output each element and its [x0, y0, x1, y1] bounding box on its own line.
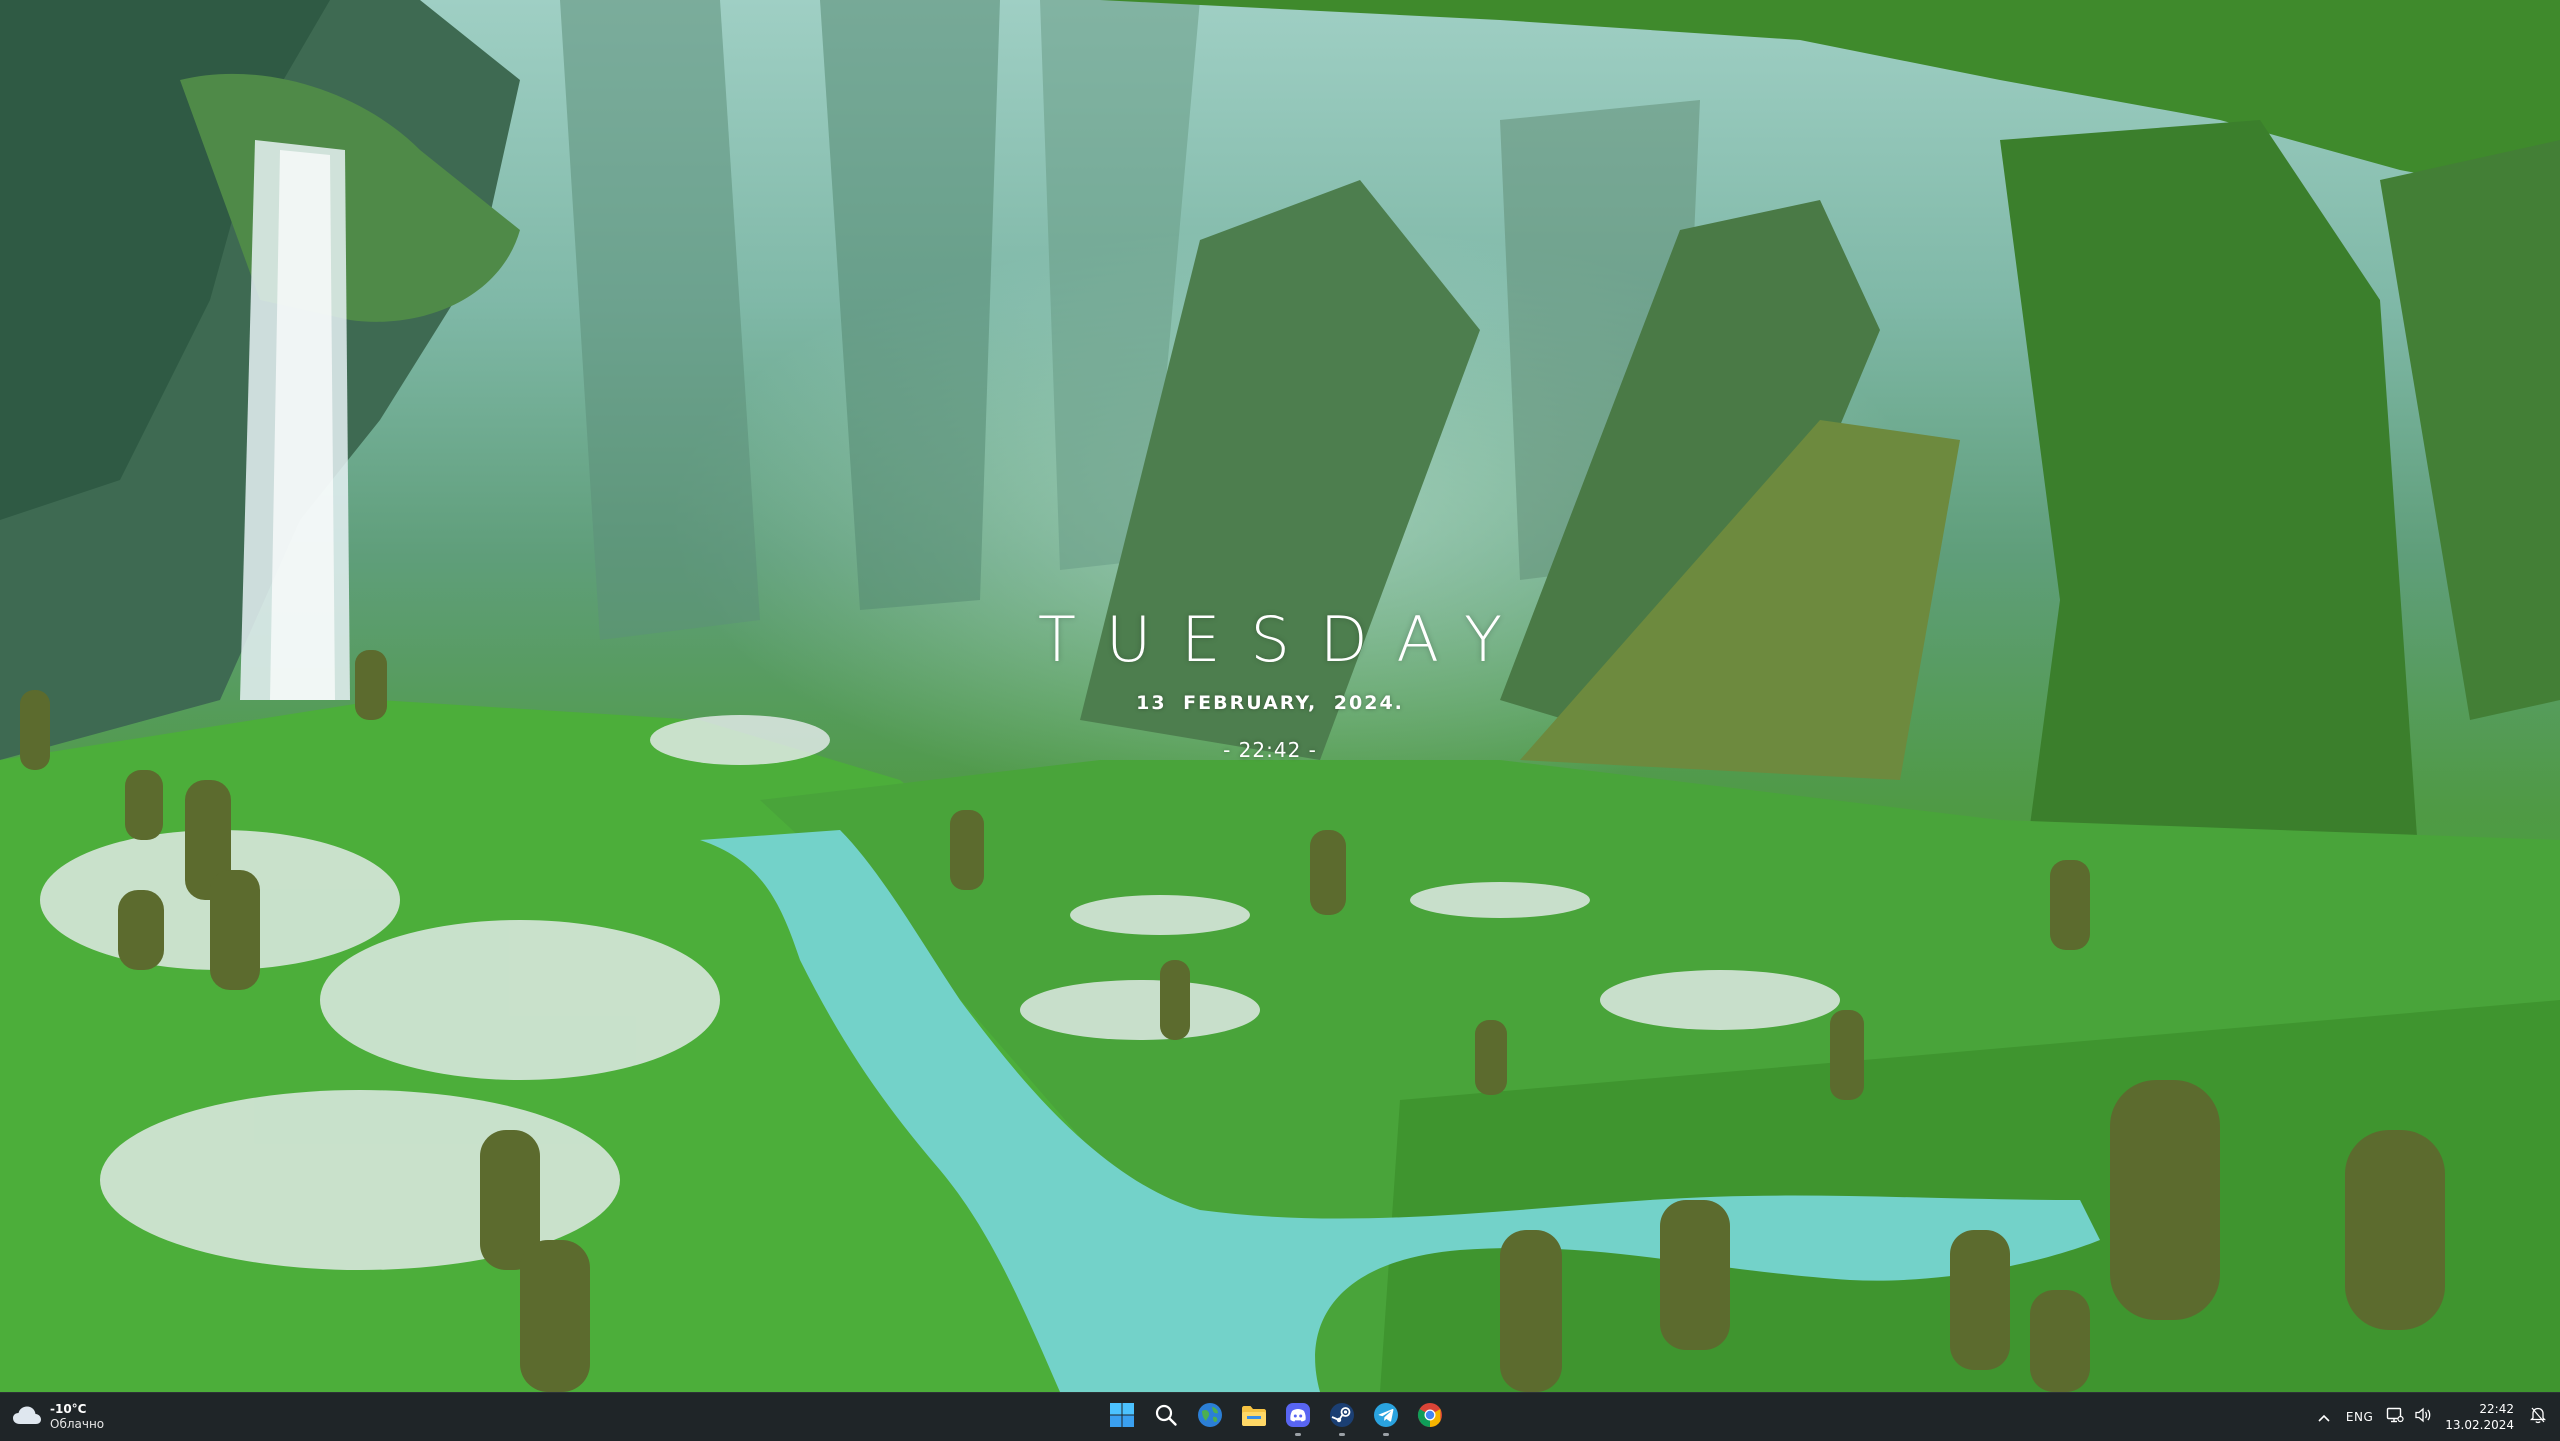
globe-icon [1197, 1402, 1223, 1432]
taskbar-clock[interactable]: 22:42 13.02.2024 [2437, 1401, 2524, 1433]
show-hidden-icons-button[interactable] [2310, 1397, 2338, 1437]
taskbar-clock-date: 13.02.2024 [2445, 1418, 2514, 1432]
chrome-app-button[interactable] [1410, 1397, 1450, 1437]
speaker-icon [2414, 1407, 2432, 1427]
taskbar: -10°C Облачно ENG 22:42 13.02.2024 [0, 1392, 2560, 1441]
discord-icon [1285, 1402, 1311, 1432]
chevron-up-icon [2317, 1408, 2331, 1427]
telegram-icon [1373, 1402, 1399, 1432]
steam-icon [1329, 1402, 1355, 1432]
weather-widget[interactable]: -10°C Облачно [12, 1397, 132, 1437]
day-of-week-label: TUESDAY [1038, 603, 1532, 676]
notifications-button[interactable] [2524, 1397, 2552, 1437]
language-indicator[interactable]: ENG [2338, 1410, 2381, 1424]
taskbar-clock-time: 22:42 [2479, 1402, 2514, 1416]
desktop-wallpaper: TUESDAY 13 FEBRUARY, 2024. - 22:42 - [0, 0, 2560, 1392]
start-button[interactable] [1102, 1397, 1142, 1437]
date-label: 13 FEBRUARY, 2024. [1136, 692, 1404, 714]
running-indicator [1383, 1433, 1389, 1436]
folder-icon [1241, 1403, 1267, 1431]
network-button[interactable] [2381, 1397, 2409, 1437]
running-indicator [1295, 1433, 1301, 1436]
chrome-icon [1417, 1402, 1443, 1432]
discord-app-button[interactable] [1278, 1397, 1318, 1437]
search-button[interactable] [1146, 1397, 1186, 1437]
system-tray: ENG 22:42 13.02.2024 [2310, 1393, 2560, 1441]
volume-button[interactable] [2409, 1397, 2437, 1437]
notification-bell-icon [2529, 1406, 2547, 1428]
weather-temperature: -10°C [50, 1402, 87, 1416]
windows-logo-icon [1109, 1402, 1135, 1432]
steam-app-button[interactable] [1322, 1397, 1362, 1437]
weather-condition: Облачно [50, 1417, 105, 1431]
file-explorer-button[interactable] [1234, 1397, 1274, 1437]
cloud-icon [12, 1404, 42, 1430]
running-indicator [1339, 1433, 1345, 1436]
search-icon [1154, 1403, 1178, 1431]
taskbar-apps [1102, 1393, 1450, 1441]
clock-widget: TUESDAY 13 FEBRUARY, 2024. - 22:42 - [980, 600, 1560, 780]
browser-app-button[interactable] [1190, 1397, 1230, 1437]
telegram-app-button[interactable] [1366, 1397, 1406, 1437]
network-icon [2386, 1407, 2404, 1427]
time-label: - 22:42 - [1223, 738, 1317, 762]
